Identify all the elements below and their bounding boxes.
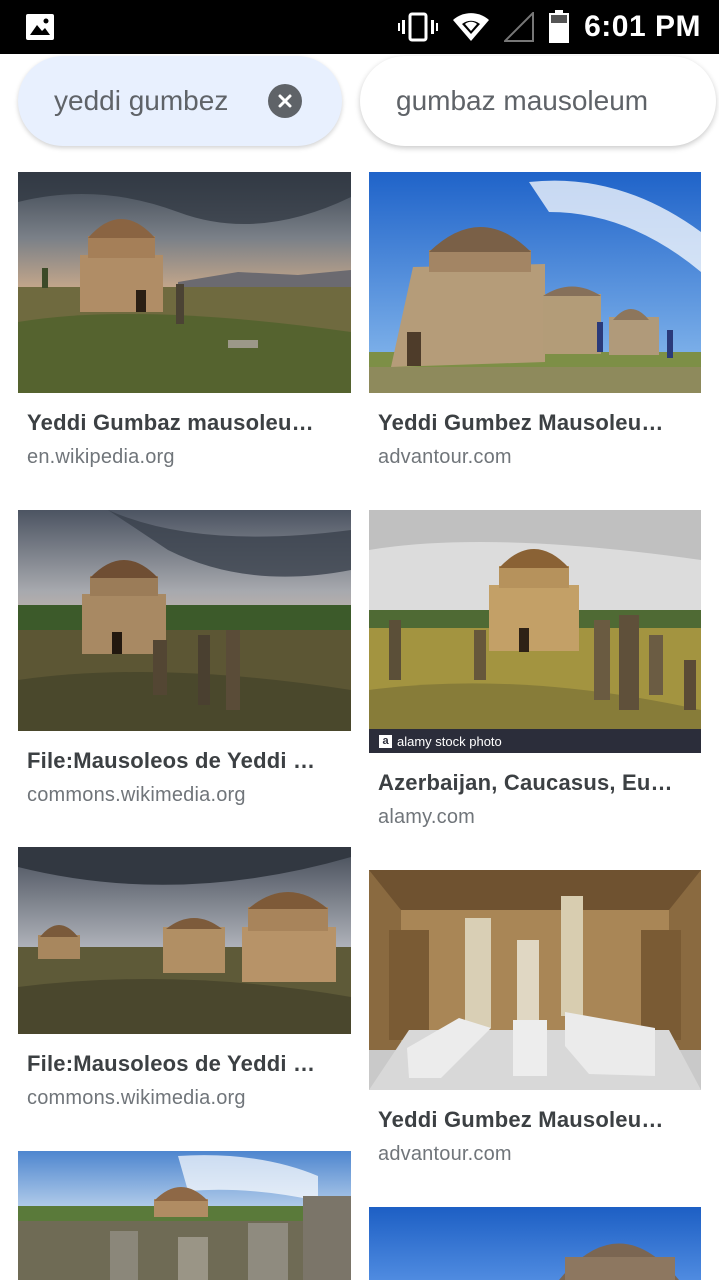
result-title: Azerbaijan, Caucasus, Eu… (378, 770, 673, 795)
image-result[interactable]: File:Mausoleos de Yeddi … commons.wikime… (18, 847, 351, 1110)
result-title: Yeddi Gumbez Mausoleu… (378, 410, 664, 435)
result-title: Yeddi Gumbez Mausoleu… (378, 1107, 664, 1132)
chip-label: yeddi gumbez (54, 85, 229, 116)
image-result[interactable]: Yeddi Gumbez Mausoleu… advantour.com (369, 870, 701, 1166)
battery-icon (549, 10, 570, 43)
result-image[interactable] (18, 847, 351, 1034)
image-result[interactable]: Yeddi Gumbaz mausoleu… en.wikipedia.org (18, 172, 351, 469)
result-image[interactable]: a alamy stock photo (369, 510, 701, 753)
result-image[interactable] (369, 1207, 701, 1280)
result-image[interactable] (18, 1151, 351, 1280)
result-image[interactable] (369, 172, 701, 393)
clock: 6:01 PM (584, 10, 701, 43)
result-image[interactable] (369, 870, 701, 1090)
alamy-watermark: a alamy stock photo (369, 729, 701, 753)
result-source: commons.wikimedia.org (27, 1087, 246, 1109)
result-source: advantour.com (378, 446, 512, 468)
cellular-signal-icon (504, 12, 535, 42)
search-chip-yeddi-gumbez[interactable]: yeddi gumbez (18, 56, 342, 146)
image-result[interactable] (18, 1151, 351, 1280)
watermark-text: alamy stock photo (397, 733, 502, 749)
result-source: en.wikipedia.org (27, 446, 175, 468)
result-title: File:Mausoleos de Yeddi … (27, 1051, 316, 1076)
status-bar: 6:01 PM (0, 0, 719, 54)
result-title: Yeddi Gumbaz mausoleu… (27, 410, 314, 435)
image-result[interactable]: a alamy stock photo Azerbaijan, Caucasus… (369, 510, 701, 829)
close-icon[interactable] (268, 84, 302, 118)
search-chip-gumbaz-mausoleum[interactable]: gumbaz mausoleum (360, 56, 716, 146)
result-source: commons.wikimedia.org (27, 784, 246, 806)
chip-label: gumbaz mausoleum (396, 85, 649, 116)
result-image[interactable] (18, 510, 351, 731)
result-source: advantour.com (378, 1143, 512, 1165)
image-result[interactable] (369, 1207, 701, 1280)
wifi-icon (453, 13, 490, 41)
alamy-logo-icon: a (379, 734, 392, 748)
result-title: File:Mausoleos de Yeddi … (27, 748, 316, 773)
result-source: alamy.com (378, 806, 476, 828)
image-result[interactable]: Yeddi Gumbez Mausoleu… advantour.com (369, 172, 701, 469)
image-result[interactable]: File:Mausoleos de Yeddi … commons.wikime… (18, 510, 351, 807)
result-image[interactable] (18, 172, 351, 393)
image-notification-icon (26, 14, 54, 40)
vibrate-icon (398, 12, 439, 42)
